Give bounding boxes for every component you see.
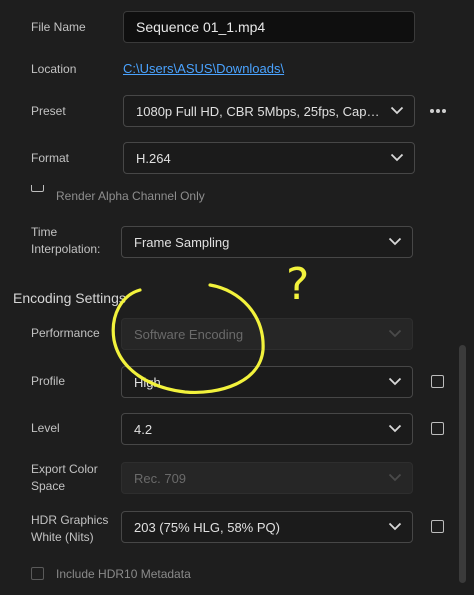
annotation-circle (111, 283, 265, 395)
hdr-graphics-checkbox[interactable] (431, 520, 444, 533)
format-value: H.264 (136, 150, 171, 166)
time-interpolation-dropdown[interactable]: Frame Sampling (121, 226, 413, 258)
export-color-space-label: Export Color Space (31, 461, 98, 495)
time-interpolation-label: Time Interpolation: (31, 224, 100, 258)
render-alpha-row: Render Alpha Channel Only (0, 185, 474, 206)
hdr10-metadata-checkbox[interactable] (31, 567, 44, 580)
chevron-down-icon (388, 522, 402, 531)
annotation-question-mark: ? (286, 259, 310, 310)
time-interpolation-value: Frame Sampling (134, 234, 230, 250)
chevron-down-icon (390, 106, 404, 115)
location-label: Location (31, 62, 77, 76)
export-color-space-label-line1: Export Color (31, 462, 98, 476)
hdr-graphics-value: 203 (75% HLG, 58% PQ) (134, 519, 280, 535)
file-name-input[interactable]: Sequence 01_1.mp4 (123, 11, 415, 43)
level-checkbox[interactable] (431, 422, 444, 435)
hdr10-metadata-label: Include HDR10 Metadata (56, 567, 191, 581)
scrollbar-thumb[interactable] (459, 345, 466, 583)
render-alpha-label: Render Alpha Channel Only (56, 189, 205, 203)
format-dropdown[interactable]: H.264 (123, 142, 415, 174)
chevron-down-icon (388, 377, 402, 386)
hdr-graphics-label: HDR Graphics White (Nits) (31, 512, 108, 546)
hdr-graphics-dropdown[interactable]: 203 (75% HLG, 58% PQ) (121, 511, 413, 543)
level-dropdown[interactable]: 4.2 (121, 413, 413, 445)
chevron-down-icon (388, 473, 402, 482)
hdr-graphics-label-line2: White (Nits) (31, 530, 94, 544)
format-label: Format (31, 151, 70, 165)
profile-label: Profile (31, 374, 66, 388)
preset-label: Preset (31, 104, 66, 118)
file-name-label: File Name (31, 20, 86, 34)
file-name-value: Sequence 01_1.mp4 (136, 19, 266, 35)
time-interpolation-label-line1: Time (31, 225, 58, 239)
export-color-space-dropdown[interactable]: Rec. 709 (121, 462, 413, 494)
time-interpolation-label-line2: Interpolation: (31, 242, 101, 256)
render-alpha-checkbox[interactable] (31, 185, 44, 192)
chevron-down-icon (388, 237, 402, 246)
performance-label: Performance (31, 326, 100, 340)
level-label: Level (31, 421, 60, 435)
profile-checkbox[interactable] (431, 375, 444, 388)
hdr-graphics-label-line1: HDR Graphics (31, 513, 109, 527)
export-color-space-value: Rec. 709 (134, 470, 187, 486)
more-horizontal-icon[interactable] (429, 106, 447, 116)
chevron-down-icon (388, 424, 402, 433)
preset-dropdown[interactable]: 1080p Full HD, CBR 5Mbps, 25fps, Caption… (123, 95, 415, 127)
location-link[interactable]: C:\Users\ASUS\Downloads\ (123, 61, 284, 76)
level-value: 4.2 (134, 421, 153, 437)
chevron-down-icon (388, 329, 402, 338)
chevron-down-icon (390, 153, 404, 162)
export-color-space-label-line2: Space (31, 479, 66, 493)
preset-value: 1080p Full HD, CBR 5Mbps, 25fps, Caption… (136, 103, 380, 119)
